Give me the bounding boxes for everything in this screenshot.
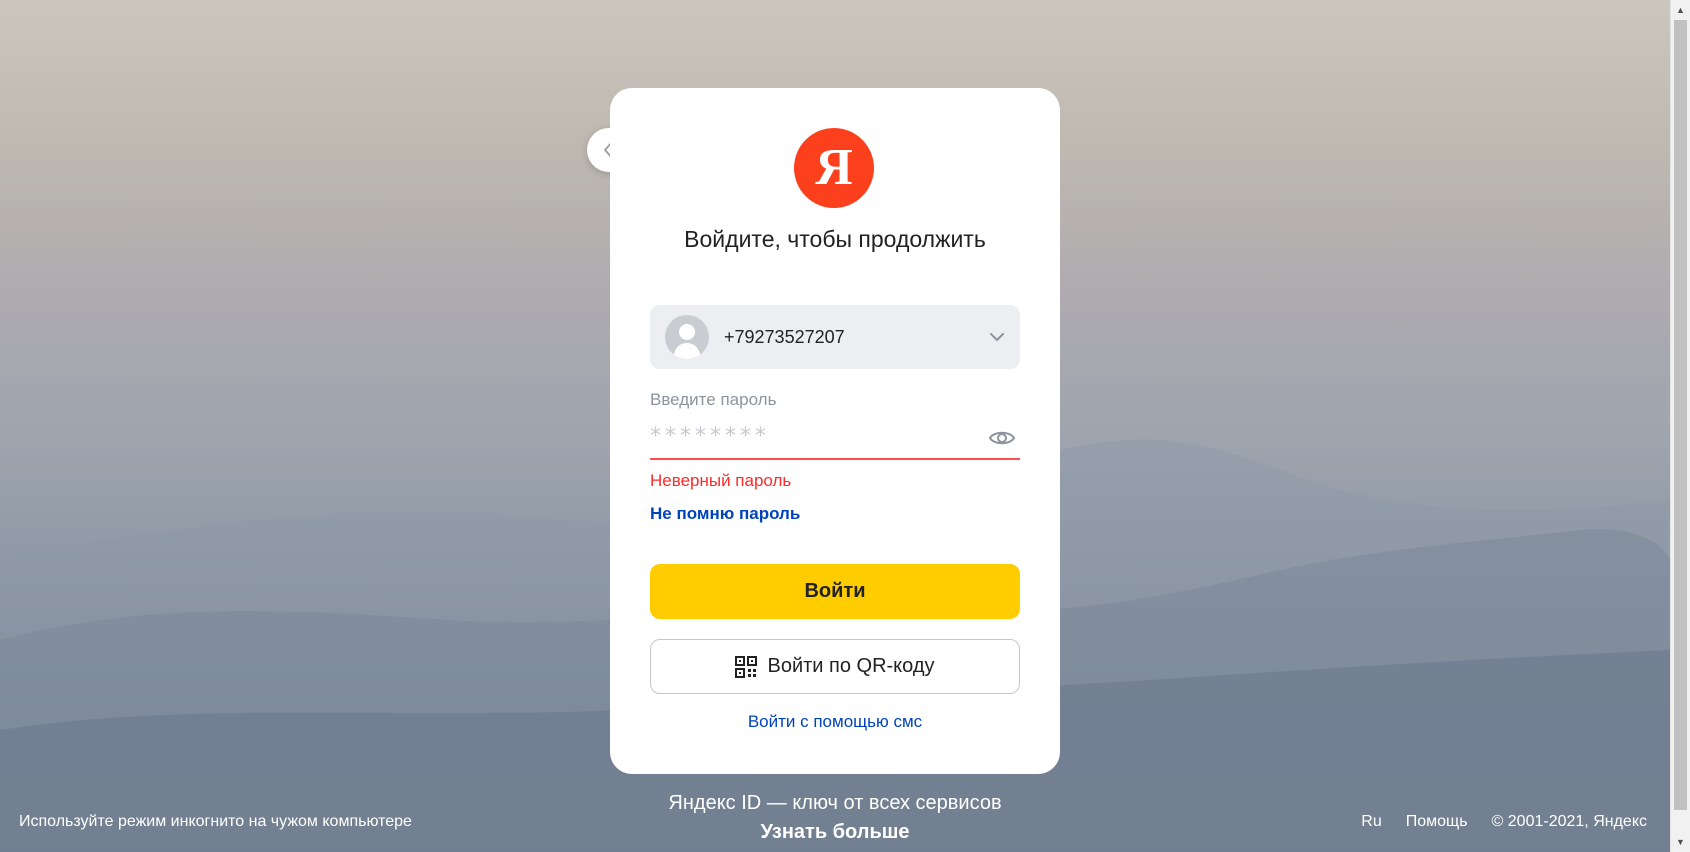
incognito-hint: Используйте режим инкогнито на чужом ком…	[19, 813, 412, 830]
login-card: Я Войдите, чтобы продолжить +79273527207…	[610, 88, 1060, 774]
page-scrollbar[interactable]: ▲ ▼	[1670, 0, 1690, 852]
scrollbar-thumb[interactable]	[1674, 20, 1687, 810]
forgot-password-link[interactable]: Не помню пароль	[650, 504, 800, 524]
qr-login-label: Войти по QR-коду	[767, 655, 935, 677]
copyright-link[interactable]: © 2001-2021, Яндекс	[1492, 813, 1647, 831]
password-label: Введите пароль	[650, 390, 777, 409]
help-link[interactable]: Помощь	[1406, 813, 1468, 831]
page-title: Войдите, чтобы продолжить	[684, 226, 986, 252]
sms-login-link[interactable]: Войти с помощью смс	[610, 712, 1060, 732]
footer-tagline: Яндекс ID — ключ от всех сервисов	[668, 792, 1002, 814]
chevron-down-icon	[990, 332, 1004, 342]
footer-promo: Яндекс ID — ключ от всех сервисов Узнать…	[610, 792, 1060, 844]
footer-links: Ru Помощь © 2001-2021, Яндекс	[1361, 813, 1647, 831]
qr-code-icon	[735, 655, 758, 678]
password-error: Неверный пароль	[650, 471, 792, 490]
login-button[interactable]: Войти	[650, 564, 1020, 619]
password-input[interactable]	[650, 416, 970, 456]
account-selector[interactable]: +79273527207	[650, 305, 1020, 369]
account-phone: +79273527207	[724, 326, 845, 347]
learn-more-link[interactable]: Узнать больше	[610, 821, 1060, 844]
page: ▲ ▼ Я Войдите, чтобы продолжить +7927352…	[0, 0, 1690, 852]
scroll-down-arrow-icon[interactable]: ▼	[1671, 832, 1690, 852]
password-field	[650, 416, 1020, 460]
qr-login-button[interactable]: Войти по QR-коду	[650, 639, 1020, 694]
language-switch[interactable]: Ru	[1361, 813, 1381, 831]
user-placeholder-icon	[665, 315, 709, 359]
yandex-logo: Я	[794, 128, 874, 208]
eye-icon[interactable]	[988, 426, 1016, 450]
logo-letter: Я	[815, 139, 853, 196]
scroll-up-arrow-icon[interactable]: ▲	[1671, 0, 1690, 20]
